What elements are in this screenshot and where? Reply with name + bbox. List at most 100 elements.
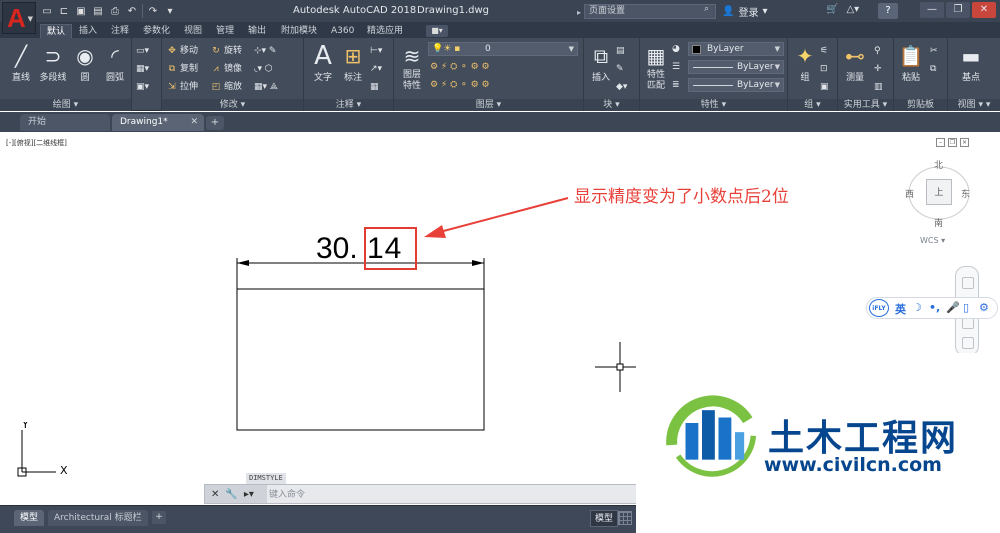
block-attr-icon[interactable]: ◆▾ bbox=[616, 80, 627, 94]
panel-annotation-title[interactable]: 注释 ▾ bbox=[304, 99, 393, 111]
tab-view[interactable]: 视图 bbox=[184, 24, 202, 38]
region-icon[interactable]: ▣▾ bbox=[136, 80, 149, 94]
point-icon[interactable]: ✛ bbox=[874, 62, 882, 76]
create-block-icon[interactable]: ▤ bbox=[616, 44, 625, 58]
copy-button[interactable]: ⧉ 复制 bbox=[166, 62, 198, 76]
tab-output[interactable]: 输出 bbox=[248, 24, 266, 38]
lineweight-dropdown[interactable]: ByLayer ▼ bbox=[688, 78, 784, 92]
scale-button[interactable]: ◰ 缩放 bbox=[210, 80, 242, 94]
insert-button[interactable]: ⧉ 插入 bbox=[586, 42, 616, 92]
settings-gear-icon[interactable]: ⚙ bbox=[979, 301, 989, 314]
new-file-icon[interactable]: ▭ bbox=[40, 4, 54, 18]
dimension-button[interactable]: ⊞ 标注 bbox=[338, 42, 368, 92]
microphone-icon[interactable]: 🎤 bbox=[946, 301, 960, 314]
tab-home[interactable]: 默认 bbox=[40, 24, 73, 38]
leader-icon[interactable]: ↗▾ bbox=[370, 62, 382, 76]
ime-language[interactable]: 英 bbox=[895, 301, 906, 317]
tab-drawing1[interactable]: Drawing1* ✕ bbox=[112, 114, 204, 131]
close-icon[interactable]: ✕ bbox=[211, 489, 219, 500]
viewcube-top-face[interactable]: 上 bbox=[926, 179, 952, 205]
polyline-button[interactable]: ⊃ 多段线 bbox=[36, 42, 70, 92]
viewcube-east[interactable]: 东 bbox=[961, 187, 970, 200]
panel-utilities-title[interactable]: 实用工具 ▾ bbox=[838, 99, 893, 111]
array-icon[interactable]: ▦▾ ⟁ bbox=[254, 80, 278, 94]
tab-manage[interactable]: 管理 bbox=[216, 24, 234, 38]
cut-icon[interactable]: ✂ bbox=[930, 44, 938, 58]
moon-icon[interactable]: ☽ bbox=[912, 301, 922, 314]
restore-icon[interactable]: ❐ bbox=[948, 138, 957, 147]
tab-addins[interactable]: 附加模块 bbox=[281, 24, 317, 38]
viewcube-west[interactable]: 西 bbox=[905, 187, 914, 200]
grid-icon[interactable] bbox=[618, 511, 632, 525]
mirror-button[interactable]: ⩘ 镜像 bbox=[210, 62, 242, 76]
linear-dim-icon[interactable]: ⊢▾ bbox=[370, 44, 382, 58]
color-dropdown[interactable]: ByLayer ▼ bbox=[688, 42, 784, 56]
command-prompt-icon[interactable]: ▸▾ bbox=[244, 489, 254, 500]
circle-button[interactable]: ◉ 圆 bbox=[70, 42, 100, 92]
redo-icon[interactable]: ↷ bbox=[146, 4, 160, 18]
rectangle-icon[interactable]: ▭▾ bbox=[136, 44, 149, 58]
orbit-icon[interactable] bbox=[962, 337, 974, 349]
arc-button[interactable]: ◜ 圆弧 bbox=[100, 42, 130, 92]
move-button[interactable]: ✥ 移动 bbox=[166, 44, 198, 58]
tab-featured-apps[interactable]: 精选应用 bbox=[367, 24, 403, 38]
quick-select-icon[interactable]: ⚲ bbox=[874, 44, 881, 58]
tab-start[interactable]: 开始 bbox=[20, 114, 110, 131]
rotate-button[interactable]: ↻ 旋转 bbox=[210, 44, 242, 58]
expand-arrow-icon[interactable]: ▸ bbox=[577, 6, 581, 19]
linetype-icon[interactable]: ☰ bbox=[672, 60, 680, 74]
steering-wheel-icon[interactable] bbox=[962, 277, 974, 289]
customize-chevron-icon[interactable]: ▾ bbox=[163, 4, 177, 18]
ifly-logo[interactable]: iFLY bbox=[869, 299, 889, 317]
trim-icon[interactable]: ⊹▾ ✎ bbox=[254, 44, 276, 58]
fillet-icon[interactable]: ◟▾ ⬡ bbox=[254, 62, 273, 76]
viewcube-north[interactable]: 北 bbox=[934, 158, 943, 171]
stretch-button[interactable]: ⇲ 拉伸 bbox=[166, 80, 198, 94]
search-input[interactable]: ▸ 页面设置 bbox=[577, 4, 716, 19]
punctuation-icon[interactable]: •, bbox=[929, 301, 940, 314]
minimize-icon[interactable]: — bbox=[920, 2, 944, 18]
panel-properties-title[interactable]: 特性 ▾ bbox=[640, 99, 787, 111]
lineweight-icon[interactable]: ≣ bbox=[672, 78, 680, 92]
color-wheel-icon[interactable]: ◕ bbox=[672, 42, 680, 56]
tab-insert[interactable]: 插入 bbox=[79, 24, 97, 38]
application-menu-button[interactable]: A ▼ bbox=[2, 2, 36, 34]
rectangle-shape[interactable] bbox=[236, 288, 485, 431]
a360-icon[interactable]: △▾ bbox=[846, 4, 859, 19]
edit-block-icon[interactable]: ✎ bbox=[616, 62, 624, 76]
measure-button[interactable]: ⊷ 测量 bbox=[840, 42, 870, 92]
tab-parametric[interactable]: 参数化 bbox=[143, 24, 170, 38]
layer-dropdown[interactable]: 💡☀ ▪ 0 ▼ bbox=[428, 42, 578, 56]
login-area[interactable]: 👤 登录 ▾ bbox=[722, 4, 767, 19]
model-space-toggle[interactable]: 模型 bbox=[590, 510, 619, 527]
panel-clipboard-title[interactable]: 剪贴板 bbox=[894, 99, 947, 111]
wrench-icon[interactable]: 🔧 bbox=[225, 489, 237, 500]
linetype-dropdown[interactable]: ByLayer ▼ bbox=[688, 60, 784, 74]
group-select-icon[interactable]: ▣ bbox=[820, 80, 829, 94]
restore-icon[interactable]: ❐ bbox=[946, 2, 970, 18]
viewcube-south[interactable]: 南 bbox=[934, 216, 943, 229]
close-icon[interactable]: ✕ bbox=[972, 2, 996, 18]
undo-icon[interactable]: ↶ bbox=[125, 4, 139, 18]
layer-properties-button[interactable]: ≋ 图层特性 bbox=[398, 42, 426, 92]
layer-tools-row1-icon[interactable]: ⚙ ⚡ ⛭ ⚬ ⚙ ⚙ bbox=[430, 60, 490, 74]
line-button[interactable]: ╱ 直线 bbox=[6, 42, 36, 92]
close-icon[interactable]: × bbox=[960, 138, 969, 147]
save-as-icon[interactable]: ▤ bbox=[91, 4, 105, 18]
tab-annotate[interactable]: 注释 bbox=[111, 24, 129, 38]
base-button[interactable]: ▬ 基点 bbox=[956, 42, 986, 92]
keyboard-icon[interactable]: ▯ bbox=[963, 301, 969, 314]
open-file-icon[interactable]: ⊏ bbox=[57, 4, 71, 18]
new-tab-button[interactable]: + bbox=[206, 116, 224, 130]
minimize-icon[interactable]: – bbox=[936, 138, 945, 147]
store-icon[interactable]: 🛒 bbox=[826, 4, 838, 19]
match-properties-button[interactable]: ▦ 特性匹配 bbox=[642, 42, 670, 92]
table-icon[interactable]: ▦ bbox=[370, 80, 379, 94]
close-icon[interactable]: ✕ bbox=[190, 114, 198, 131]
hatch-icon[interactable]: ▦▾ bbox=[136, 62, 149, 76]
add-layout-button[interactable]: + bbox=[152, 511, 166, 524]
panel-modify-title[interactable]: 修改 ▾ bbox=[162, 99, 303, 111]
paste-button[interactable]: 📋 粘贴 bbox=[896, 42, 926, 92]
print-icon[interactable]: ⎙ bbox=[108, 4, 122, 18]
ungroup-icon[interactable]: ⚟ bbox=[820, 44, 828, 58]
